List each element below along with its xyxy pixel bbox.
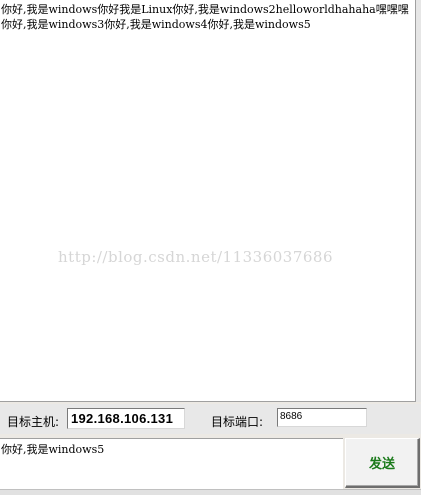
chat-log[interactable]: 你好,我是windows你好我是Linux你好,我是windows2hellow… — [0, 0, 416, 402]
chat-log-line: 你好,我是windows3你好,我是windows4你好,我是windows5 — [1, 18, 311, 31]
connection-panel: 目标主机: 192.168.106.131 目标端口: 8686 — [0, 404, 421, 434]
message-input[interactable]: 你好,我是windows5 — [0, 438, 343, 489]
target-port-input[interactable]: 8686 — [277, 408, 367, 427]
send-button[interactable]: 发送 — [345, 438, 420, 488]
chat-log-line: 你好,我是windows你好我是Linux你好,我是windows2hellow… — [1, 3, 409, 16]
bottom-edge — [0, 489, 421, 495]
watermark: http://blog.csdn.net/11336037686 — [58, 248, 334, 266]
target-port-label: 目标端口: — [211, 415, 264, 429]
target-host-input[interactable]: 192.168.106.131 — [67, 408, 185, 429]
window-edge — [416, 0, 421, 402]
target-host-label: 目标主机: — [7, 415, 60, 429]
